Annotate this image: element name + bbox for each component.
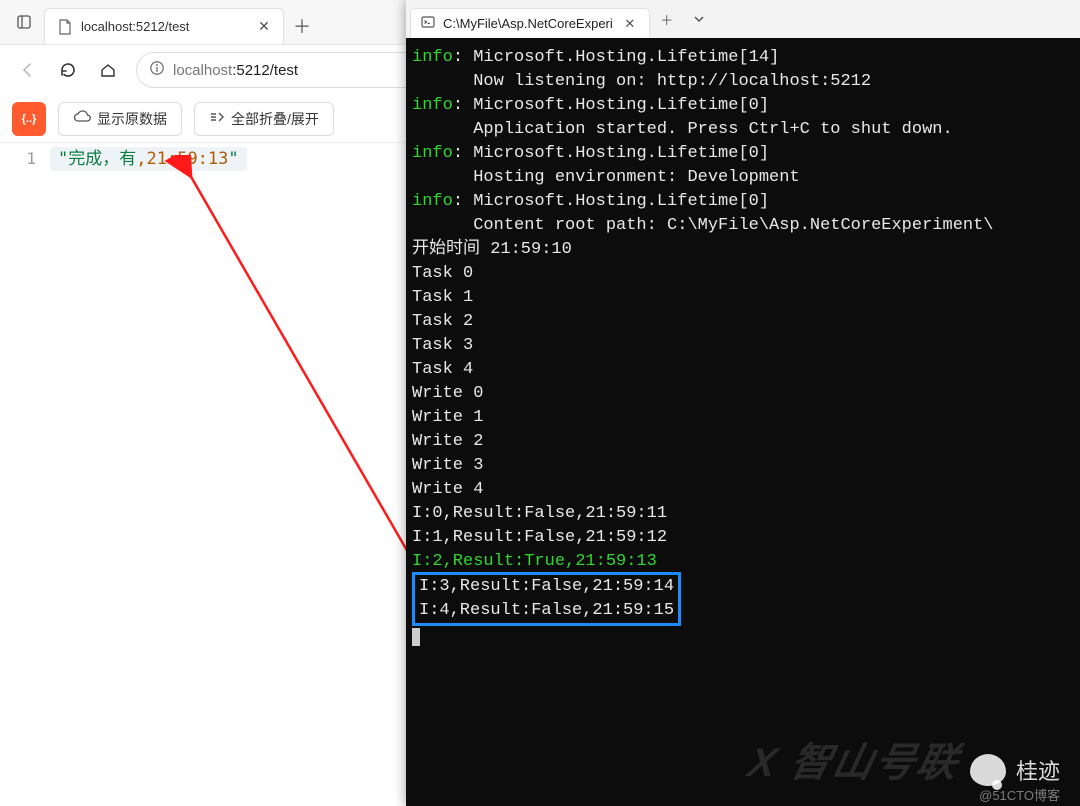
tab-actions-button[interactable] — [6, 4, 42, 40]
refresh-button[interactable] — [50, 52, 86, 88]
collapse-icon — [209, 110, 225, 127]
watermark: 桂迹 — [970, 754, 1060, 786]
line-gutter: 1 — [0, 147, 50, 171]
site-info-icon[interactable] — [149, 60, 165, 80]
tab-title: localhost:5212/test — [81, 19, 247, 34]
page-icon — [57, 19, 73, 35]
url-text: localhost:5212/test — [173, 62, 298, 79]
browser-tab-1[interactable]: localhost:5212/test ✕ — [44, 8, 284, 44]
json-line-1[interactable]: "完成，有,21:59:13" — [50, 147, 247, 171]
tab-close-button[interactable]: ✕ — [255, 18, 273, 36]
fold-all-button[interactable]: 全部折叠/展开 — [194, 102, 334, 136]
terminal-window: C:\MyFile\Asp.NetCoreExperi ✕ ＋ info: Mi… — [406, 0, 1080, 806]
terminal-dropdown[interactable] — [684, 4, 714, 34]
terminal-icon — [421, 15, 435, 32]
json-viewer-logo: {..} — [12, 102, 46, 136]
wechat-icon — [970, 754, 1006, 786]
show-raw-button[interactable]: 显示原数据 — [58, 102, 182, 136]
home-button[interactable] — [90, 52, 126, 88]
terminal-new-tab[interactable]: ＋ — [652, 4, 682, 34]
faint-watermark: X 智山号联 — [744, 730, 966, 788]
watermark-name: 桂迹 — [1016, 754, 1060, 786]
terminal-tab-close[interactable]: ✕ — [621, 15, 639, 33]
watermark-sub: @51CTO博客 — [979, 785, 1060, 804]
terminal-tab[interactable]: C:\MyFile\Asp.NetCoreExperi ✕ — [410, 8, 650, 38]
cloud-icon — [73, 110, 91, 127]
new-tab-button[interactable]: ＋ — [286, 10, 318, 42]
show-raw-label: 显示原数据 — [97, 109, 167, 129]
terminal-output[interactable]: info: Microsoft.Hosting.Lifetime[14] Now… — [406, 38, 1080, 806]
annotation-arrow — [60, 155, 440, 595]
fold-all-label: 全部折叠/展开 — [231, 109, 319, 129]
back-button[interactable] — [10, 52, 46, 88]
terminal-tab-title: C:\MyFile\Asp.NetCoreExperi — [443, 16, 613, 31]
terminal-tab-strip: C:\MyFile\Asp.NetCoreExperi ✕ ＋ — [406, 0, 1080, 38]
